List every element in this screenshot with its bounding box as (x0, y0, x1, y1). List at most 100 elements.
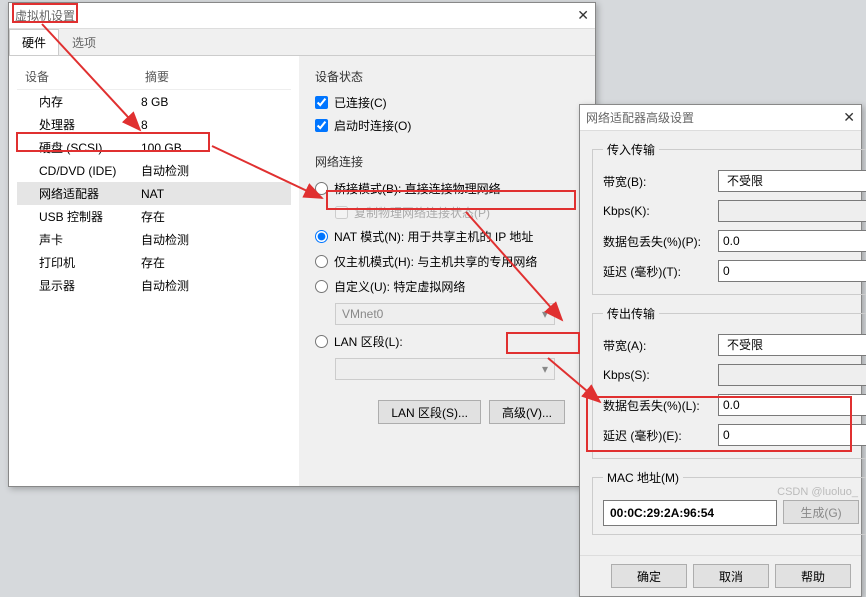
bridged-radio[interactable] (315, 182, 328, 195)
device-row[interactable]: 硬盘 (SCSI) 100 GB (17, 136, 291, 159)
usb-icon (21, 211, 35, 223)
device-detail: 设备状态 已连接(C) 启动时连接(O) 网络连接 桥接模式(B): 直接连接物… (299, 56, 575, 486)
col-summary: 摘要 (145, 68, 169, 85)
custom-label: 自定义(U): 特定虚拟网络 (334, 278, 465, 295)
out-kbps-label: Kbps(S): (603, 368, 718, 382)
device-name: 内存 (39, 93, 63, 110)
nat-radio[interactable] (315, 230, 328, 243)
bridged-label: 桥接模式(B): 直接连接物理网络 (334, 180, 501, 197)
out-bandwidth-select[interactable]: 不受限 (718, 334, 866, 356)
device-name: 硬盘 (SCSI) (39, 139, 102, 156)
device-summary: 自动检测 (141, 277, 189, 294)
custom-radio[interactable] (315, 280, 328, 293)
in-loss-label: 数据包丢失(%)(P): (603, 233, 718, 250)
advanced-settings-dialog: 网络适配器高级设置 ✕ 传入传输 带宽(B):不受限 Kbps(K):▴▾ 数据… (579, 104, 862, 597)
chevron-down-icon: ▾ (542, 362, 548, 376)
device-summary: 8 GB (141, 95, 168, 109)
nat-label: NAT 模式(N): 用于共享主机的 IP 地址 (334, 228, 533, 245)
hostonly-label: 仅主机模式(H): 与主机共享的专用网络 (334, 253, 537, 270)
incoming-fieldset: 传入传输 带宽(B):不受限 Kbps(K):▴▾ 数据包丢失(%)(P):▴▾… (592, 141, 866, 295)
device-name: USB 控制器 (39, 208, 103, 225)
close-icon[interactable]: ✕ (577, 7, 589, 24)
device-summary: 存在 (141, 254, 165, 271)
dialog-buttons: 确定 取消 帮助 (580, 555, 861, 596)
device-row[interactable]: USB 控制器存在 (17, 205, 291, 228)
mac-legend: MAC 地址(M) (603, 469, 683, 486)
tab-options[interactable]: 选项 (59, 29, 109, 55)
col-device: 设备 (25, 68, 145, 85)
vmnet-value: VMnet0 (342, 307, 383, 321)
vmnet-select: VMnet0 ▾ (335, 303, 555, 325)
device-name: 处理器 (39, 116, 75, 133)
incoming-legend: 传入传输 (603, 141, 659, 158)
device-list: 设备 摘要 内存 8 GB 处理器 8 硬盘 (SCSI) 100 GB CD/DVD (I… (9, 56, 299, 486)
tab-hardware[interactable]: 硬件 (9, 29, 59, 55)
mac-address-input[interactable] (603, 500, 777, 526)
out-loss-label: 数据包丢失(%)(L): (603, 397, 718, 414)
device-name: 打印机 (39, 254, 75, 271)
out-latency-label: 延迟 (毫秒)(E): (603, 427, 718, 444)
connected-checkbox[interactable] (315, 96, 328, 109)
device-summary: 自动检测 (141, 162, 189, 179)
device-row[interactable]: 打印机 存在 (17, 251, 291, 274)
memory-icon (21, 96, 35, 108)
in-bandwidth-select[interactable]: 不受限 (718, 170, 866, 192)
device-list-header: 设备 摘要 (17, 64, 291, 90)
device-name: 显示器 (39, 277, 75, 294)
help-button[interactable]: 帮助 (775, 564, 851, 588)
advanced-title: 网络适配器高级设置 (586, 109, 694, 126)
device-summary: 100 GB (141, 141, 182, 155)
in-kbps-input[interactable] (718, 200, 866, 222)
vm-settings-dialog: 虚拟机设置 ✕ 硬件 选项 设备 摘要 内存 8 GB 处理器 8 硬盘 (SCSI) 1… (8, 2, 596, 487)
lan-segment-label: LAN 区段(L): (334, 333, 403, 350)
hostonly-radio[interactable] (315, 255, 328, 268)
lan-segment-radio[interactable] (315, 335, 328, 348)
cd-icon (21, 165, 35, 177)
device-status-legend: 设备状态 (315, 68, 565, 85)
in-latency-label: 延迟 (毫秒)(T): (603, 263, 718, 280)
device-row[interactable]: 处理器 8 (17, 113, 291, 136)
lan-segment-button[interactable]: LAN 区段(S)... (378, 400, 481, 424)
device-row[interactable]: 声卡自动检测 (17, 228, 291, 251)
vm-settings-titlebar: 虚拟机设置 ✕ (9, 3, 595, 29)
advanced-button[interactable]: 高级(V)... (489, 400, 565, 424)
lan-segment-select: ▾ (335, 358, 555, 380)
cancel-button[interactable]: 取消 (693, 564, 769, 588)
display-icon (21, 280, 35, 292)
mac-fieldset: MAC 地址(M) 生成(G) (592, 469, 866, 535)
replicate-checkbox (335, 206, 348, 219)
device-row[interactable]: 显示器 自动检测 (17, 274, 291, 297)
tabs: 硬件 选项 (9, 29, 595, 56)
device-row[interactable]: CD/DVD (IDE) 自动检测 (17, 159, 291, 182)
device-status-group: 设备状态 已连接(C) 启动时连接(O) (315, 68, 565, 137)
device-name: 网络适配器 (39, 185, 99, 202)
chevron-down-icon: ▾ (542, 307, 548, 321)
out-latency-input[interactable] (718, 424, 866, 446)
in-loss-input[interactable] (718, 230, 866, 252)
generate-button[interactable]: 生成(G) (783, 500, 859, 524)
disk-icon (21, 142, 35, 154)
out-loss-input[interactable] (718, 394, 866, 416)
device-summary: NAT (141, 187, 164, 201)
outgoing-legend: 传出传输 (603, 305, 659, 322)
in-latency-input[interactable] (718, 260, 866, 282)
connected-label: 已连接(C) (334, 94, 387, 111)
device-summary: 8 (141, 118, 148, 132)
device-row[interactable]: 网络适配器 NAT (17, 182, 291, 205)
network-group: 网络连接 桥接模式(B): 直接连接物理网络 复制物理网络连接状态(P) NAT… (315, 153, 565, 424)
out-kbps-input[interactable] (718, 364, 866, 386)
device-row[interactable]: 内存 8 GB (17, 90, 291, 113)
sound-icon (21, 234, 35, 246)
connect-poweron-label: 启动时连接(O) (334, 117, 411, 134)
replicate-label: 复制物理网络连接状态(P) (354, 204, 490, 221)
out-bandwidth-label: 带宽(A): (603, 337, 718, 354)
device-summary: 自动检测 (141, 231, 189, 248)
device-name: CD/DVD (IDE) (39, 164, 116, 178)
connect-poweron-checkbox[interactable] (315, 119, 328, 132)
advanced-titlebar: 网络适配器高级设置 ✕ (580, 105, 861, 131)
ok-button[interactable]: 确定 (611, 564, 687, 588)
outgoing-fieldset: 传出传输 带宽(A):不受限 Kbps(S):▴▾ 数据包丢失(%)(L):▴▾… (592, 305, 866, 459)
close-icon[interactable]: ✕ (843, 109, 855, 126)
in-kbps-label: Kbps(K): (603, 204, 718, 218)
in-bandwidth-label: 带宽(B): (603, 173, 718, 190)
